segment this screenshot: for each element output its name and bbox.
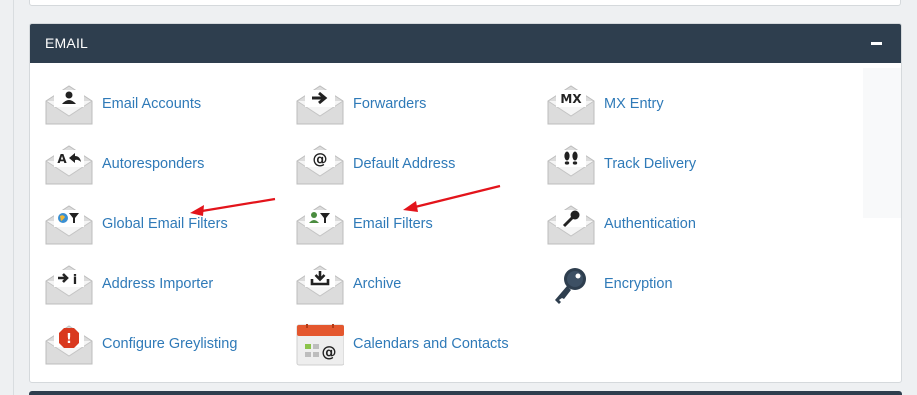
tool-authentication[interactable]: Authentication: [547, 204, 787, 254]
svg-text:A: A: [57, 152, 67, 166]
tool-label: Configure Greylisting: [102, 336, 238, 352]
tool-autoresponders[interactable]: A Autoresponders: [45, 144, 285, 194]
email-accounts-icon: [45, 85, 93, 125]
archive-icon: [296, 265, 344, 305]
tool-label: Authentication: [604, 216, 696, 232]
tool-label: Forwarders: [353, 96, 427, 112]
tool-label: Archive: [353, 276, 402, 292]
page: EMAIL Email Accounts Forwarders MX MX En…: [0, 0, 917, 395]
key-icon: [555, 268, 586, 304]
tool-label: MX Entry: [604, 96, 664, 112]
svg-text:!: !: [66, 332, 72, 347]
svg-text:i: i: [73, 273, 77, 288]
tool-label: Encryption: [604, 276, 673, 292]
autoresponders-icon: A: [45, 145, 93, 185]
tool-address-importer[interactable]: i Address Importer: [45, 264, 285, 314]
tool-forwarders[interactable]: Forwarders: [296, 84, 536, 134]
tool-email-filters[interactable]: Email Filters: [296, 204, 536, 254]
tool-global-email-filters[interactable]: Global Email Filters: [45, 204, 285, 254]
calendar-icon: @: [296, 324, 344, 366]
authentication-icon: [547, 205, 595, 245]
tool-email-accounts[interactable]: Email Accounts: [45, 84, 285, 134]
panel-title: EMAIL: [45, 35, 89, 51]
tool-label: Default Address: [353, 156, 456, 172]
tool-mx-entry[interactable]: MX MX Entry: [547, 84, 787, 134]
tool-calendars-and-contacts[interactable]: @ Calendars and Contacts: [296, 324, 536, 374]
forwarders-icon: [296, 85, 344, 125]
tool-label: Address Importer: [102, 276, 214, 292]
tool-label: Autoresponders: [102, 156, 205, 172]
default-address-icon: @: [296, 145, 344, 185]
tool-label: Calendars and Contacts: [353, 336, 509, 352]
tool-track-delivery[interactable]: Track Delivery: [547, 144, 787, 194]
mx-entry-icon: MX: [547, 85, 595, 125]
tool-archive[interactable]: Archive: [296, 264, 536, 314]
email-filters-icon: [296, 205, 344, 245]
global-email-filters-icon: [45, 205, 93, 245]
left-divider: [13, 0, 14, 395]
email-panel: EMAIL Email Accounts Forwarders MX MX En…: [29, 23, 902, 383]
collapse-icon[interactable]: [871, 42, 882, 45]
svg-text:@: @: [313, 150, 328, 168]
tool-label: Track Delivery: [604, 156, 697, 172]
tool-encryption[interactable]: Encryption: [547, 264, 787, 314]
address-importer-icon: i: [45, 265, 93, 305]
next-panel-header: [29, 391, 902, 395]
email-panel-header[interactable]: EMAIL: [30, 24, 901, 63]
greylisting-icon: !: [45, 325, 93, 365]
tool-configure-greylisting[interactable]: ! Configure Greylisting: [45, 324, 285, 374]
tool-label: Email Accounts: [102, 96, 202, 112]
scroll-shadow: [863, 68, 901, 218]
tool-label: Global Email Filters: [102, 216, 228, 232]
tool-default-address[interactable]: @ Default Address: [296, 144, 536, 194]
track-delivery-icon: [547, 145, 595, 185]
svg-text:MX: MX: [560, 92, 582, 106]
previous-panel-edge: [29, 0, 901, 6]
svg-text:@: @: [322, 343, 337, 361]
tool-label: Email Filters: [353, 216, 433, 232]
